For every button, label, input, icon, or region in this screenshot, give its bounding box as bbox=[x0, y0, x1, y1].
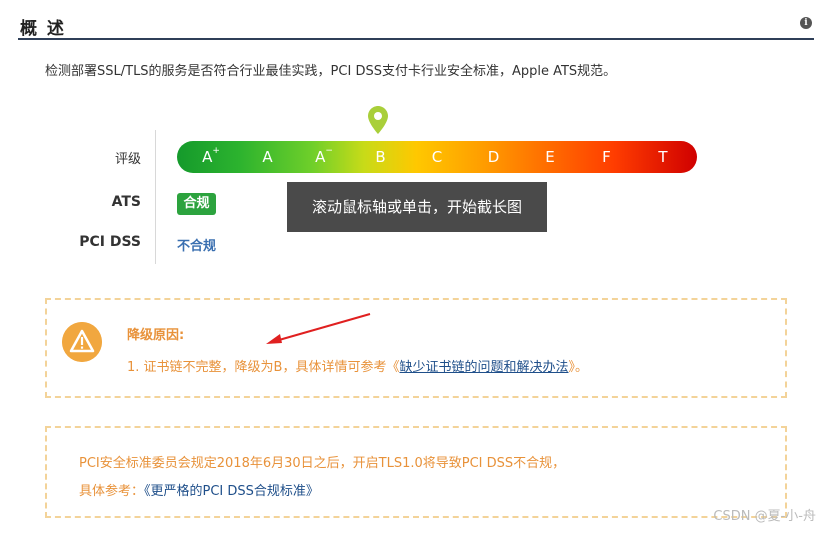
downgrade-title: 降级原因: bbox=[127, 328, 185, 343]
pci-reference-label: 具体参考： bbox=[79, 484, 145, 499]
grade-letter: D bbox=[487, 148, 500, 166]
pci-label: PCI DSS bbox=[79, 234, 141, 250]
warning-icon bbox=[62, 322, 102, 362]
section-header: 概 述 i bbox=[18, 10, 814, 40]
pci-reference: 具体参考：《更严格的PCI DSS合规标准》 bbox=[79, 480, 319, 499]
downgrade-reason: 1. 证书链不完整，降级为B，具体详情可参考《缺少证书链的问题和解决办法》。 bbox=[127, 356, 588, 375]
ats-label: ATS bbox=[111, 194, 141, 210]
grade-letter: B bbox=[375, 148, 386, 166]
pci-standard-link[interactable]: 《更严格的PCI DSS合规标准》 bbox=[144, 484, 319, 499]
grade-letter: T bbox=[658, 148, 668, 166]
link-bracket-close: 》。 bbox=[568, 360, 589, 375]
info-icon[interactable]: i bbox=[800, 17, 812, 29]
annotation-arrow bbox=[266, 313, 371, 344]
grade-scale-bar: A+ A A− B C D E F T bbox=[177, 141, 697, 173]
grade-letter: A− bbox=[315, 146, 333, 166]
grade-label: 评级 bbox=[114, 152, 141, 167]
grade-letter: C bbox=[431, 148, 443, 166]
grade-letter: E bbox=[545, 148, 555, 166]
downgrade-reason-text: 1. 证书链不完整，降级为B，具体详情可参考 bbox=[127, 360, 387, 375]
pci-notice-text: PCI安全标准委员会规定2018年6月30日之后，开启TLS1.0将导致PCI … bbox=[79, 456, 566, 471]
overview-description: 检测部署SSL/TLS的服务是否符合行业最佳实践，PCI DSS支付卡行业安全标… bbox=[45, 64, 617, 79]
grade-letter: F bbox=[602, 148, 611, 166]
cert-chain-help-link[interactable]: 缺少证书链的问题和解决办法 bbox=[399, 360, 568, 375]
screenshot-tooltip: 滚动鼠标轴或单击，开始截长图 bbox=[287, 182, 547, 232]
pci-notice-box: PCI安全标准委员会规定2018年6月30日之后，开启TLS1.0将导致PCI … bbox=[45, 426, 787, 518]
section-title: 概 述 bbox=[20, 19, 66, 39]
downgrade-warning-box: 降级原因: 1. 证书链不完整，降级为B，具体详情可参考《缺少证书链的问题和解决… bbox=[45, 298, 787, 398]
pci-status-value: 不合规 bbox=[177, 239, 217, 254]
grade-letter: A+ bbox=[202, 146, 220, 166]
result-labels: 评级 ATS PCI DSS bbox=[60, 130, 156, 264]
ats-status-badge: 合规 bbox=[177, 193, 216, 215]
grade-pointer-icon bbox=[368, 106, 388, 134]
watermark: CSDN @夏-小-舟 bbox=[713, 509, 816, 524]
grade-letter: A bbox=[262, 148, 273, 166]
link-bracket-open: 《 bbox=[386, 360, 400, 375]
